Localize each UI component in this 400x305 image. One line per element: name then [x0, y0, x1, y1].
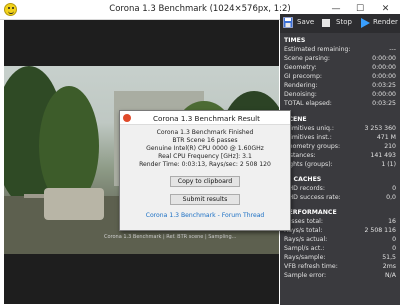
stat-row: Passes total: 16 [284, 218, 396, 225]
stat-row: UHD records: 0 [284, 185, 396, 192]
dialog-title: Corona 1.3 Benchmark Result [152, 114, 260, 123]
stat-row: Primitives inst.: 471 M [284, 134, 396, 141]
copy-to-clipboard-button[interactable]: Copy to clipboard [170, 176, 240, 187]
stop-icon[interactable] [322, 19, 330, 27]
stat-row: Primitives uniq.: 3 253 360 [284, 125, 396, 132]
stats-panel: TIMES Estimated remaining: --- Scene pars… [280, 33, 400, 305]
stat-row: GI precomp: 0:00:00 [284, 73, 396, 80]
stop-button[interactable]: Stop [336, 18, 352, 26]
result-line: Corona 1.3 Benchmark Finished [156, 129, 254, 136]
render-play-icon[interactable] [361, 18, 370, 28]
app-window: Corona 1.3 Benchmark (1024×576px, 1:2) —… [0, 0, 400, 305]
stat-row: Denoising: 0:00:00 [284, 91, 396, 98]
stat-row: Rays/s total: 2 508 116 [284, 227, 396, 234]
forum-thread-link[interactable]: Corona 1.3 Benchmark - Forum Thread [120, 212, 290, 219]
stat-row: Scene parsing: 0:00:00 [284, 55, 396, 62]
render-toolbar: Save Stop Render [280, 14, 400, 33]
submit-results-button[interactable]: Submit results [170, 194, 240, 205]
render-button[interactable]: Render [373, 18, 398, 26]
stat-row: Rays/s actual: 0 [284, 236, 396, 243]
save-icon[interactable] [283, 17, 293, 28]
corona-logo-icon [123, 114, 131, 122]
stat-row: Rendering: 0:03:25 [284, 82, 396, 89]
stat-row: Lights (groups): 1 (1) [284, 161, 396, 168]
stat-row: Estimated remaining: --- [284, 46, 396, 53]
performance-header: PERFORMANCE [284, 209, 337, 216]
stat-row: Geometry groups: 210 [284, 143, 396, 150]
result-line: BTR Scene 16 passes [172, 137, 238, 144]
stat-row: Geometry: 0:00:00 [284, 64, 396, 71]
result-line: Real CPU Frequency [GHz]: 3.1 [158, 153, 252, 160]
stat-row: Rays/sample: 51,5 [284, 254, 396, 261]
benchmark-result-dialog: Corona 1.3 Benchmark Result Corona 1.3 B… [119, 110, 291, 231]
result-line: Genuine Intel(R) CPU 0000 @ 1.60GHz [146, 145, 264, 152]
stat-row: Sampl/s act.: 0 [284, 245, 396, 252]
stat-row: Instances: 141 493 [284, 152, 396, 159]
stat-row: VFB refresh time: 2ms [284, 263, 396, 270]
stat-row: UHD success rate: 0,0 [284, 194, 396, 201]
result-line: Render Time: 0:03:13, Rays/sec: 2 508 12… [139, 161, 271, 168]
save-button[interactable]: Save [297, 18, 314, 26]
stat-row: Sample error: N/A [284, 272, 396, 279]
stat-row: TOTAL elapsed: 0:03:25 [284, 100, 396, 107]
dialog-title-bar: Corona 1.3 Benchmark Result [120, 111, 290, 125]
render-status-line: Corona 1.3 Benchmark | Ref. BTR scene | … [104, 234, 237, 240]
times-header: TIMES [284, 37, 306, 44]
